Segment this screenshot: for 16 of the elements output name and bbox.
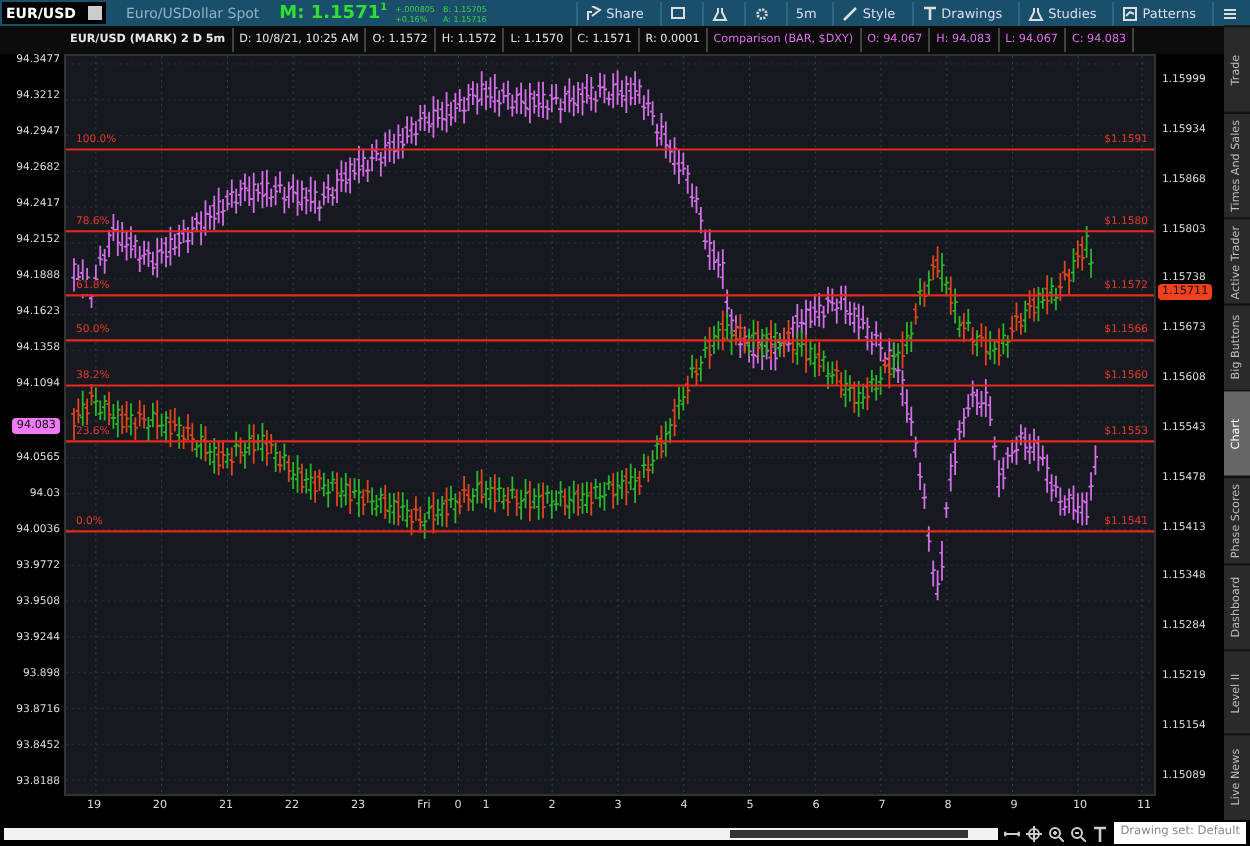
dropdown-caret-icon <box>88 6 102 20</box>
horizontal-scrollbar[interactable] <box>4 827 999 839</box>
share-icon <box>586 5 603 21</box>
pattern-icon <box>1122 5 1139 21</box>
scrollbar-thumb[interactable] <box>729 829 969 837</box>
flask-icon <box>711 5 728 21</box>
text-tool-icon[interactable] <box>1092 825 1109 841</box>
crosshair-icon[interactable] <box>1026 825 1043 841</box>
zoom-out-icon[interactable] <box>1070 825 1087 841</box>
mark-price: M: 1.1571$^{1}$ <box>279 2 388 24</box>
flask-icon <box>1028 5 1045 21</box>
text-tool-icon <box>921 5 938 21</box>
zoom-in-icon[interactable] <box>1048 825 1065 841</box>
menu-icon <box>1222 5 1238 21</box>
pan-icon[interactable] <box>1004 825 1021 841</box>
monitor-icon <box>669 5 686 21</box>
